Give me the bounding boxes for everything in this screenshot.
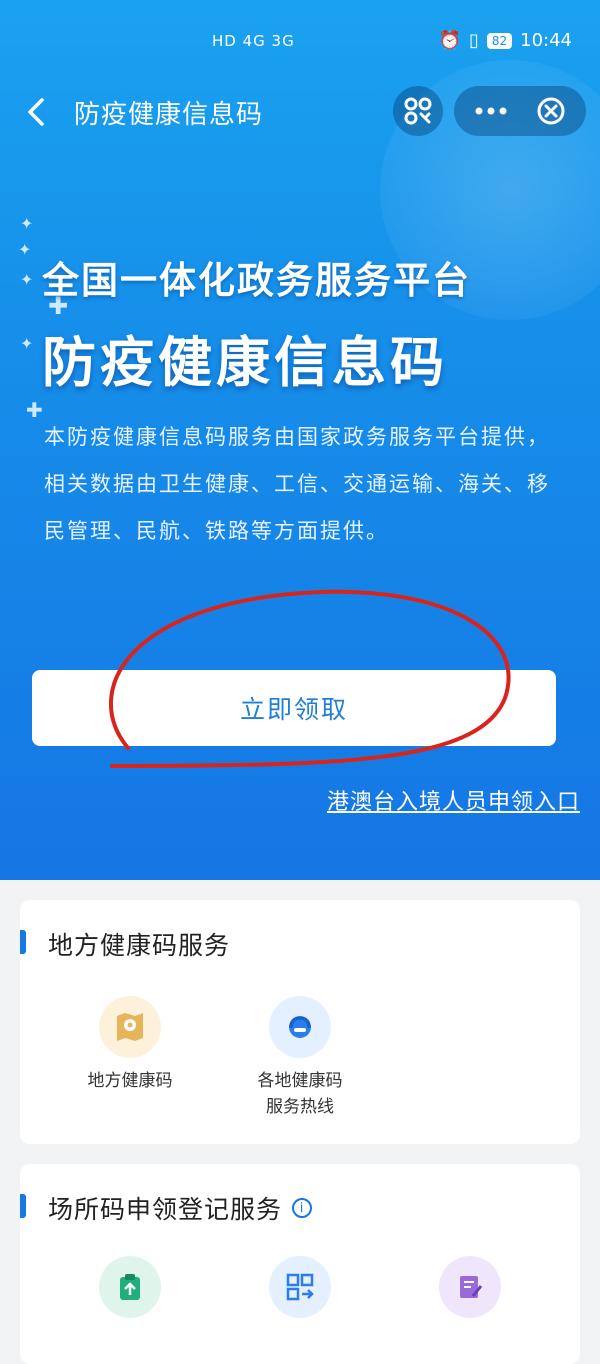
clipboard-upload-icon (99, 1256, 161, 1318)
close-icon[interactable] (536, 96, 566, 130)
headset-icon (269, 996, 331, 1058)
map-pin-icon (99, 996, 161, 1058)
back-icon[interactable] (22, 94, 52, 130)
local-health-code-item[interactable]: 地方健康码 (50, 996, 210, 1094)
section-title-text: 场所码申领登记服务 (48, 1195, 283, 1224)
status-right: ⏰ ▯ 82 10:44 (439, 30, 572, 51)
status-bar: HD 4G 3G ⏰ ▯ 82 10:44 (0, 0, 600, 88)
venue-service-item[interactable] (220, 1256, 380, 1318)
health-code-hotline-item[interactable]: 各地健康码 服务热线 (220, 996, 380, 1120)
health-code-heading: 防疫健康信息码 (42, 331, 448, 394)
platform-heading: 全国一体化政务服务平台 (42, 259, 471, 302)
sparkle-icon: ✦ (20, 214, 34, 233)
section-title: 场所码申领登记服务 i (48, 1190, 313, 1226)
venue-service-item[interactable] (390, 1256, 550, 1318)
network-indicators: HD 4G 3G (212, 32, 295, 50)
alarm-icon: ⏰ (438, 30, 461, 51)
section-accent-bar (20, 930, 26, 954)
section-title: 地方健康码服务 (48, 926, 230, 962)
hk-macau-taiwan-entry-link[interactable]: 港澳台入境人员申领入口 (327, 784, 580, 816)
section-title-text: 地方健康码服务 (48, 931, 231, 960)
edit-document-icon (439, 1256, 501, 1318)
more-icon[interactable] (474, 102, 508, 124)
venue-code-card: 场所码申领登记服务 i (20, 1164, 580, 1364)
info-icon[interactable]: i (292, 1198, 313, 1218)
venue-service-item[interactable] (50, 1256, 210, 1318)
sparkle-icon: ✦ (18, 240, 32, 259)
service-description: 本防疫健康信息码服务由国家政务服务平台提供，相关数据由卫生健康、工信、交通运输、… (44, 425, 550, 543)
clock: 10:44 (520, 30, 572, 51)
plus-sparkle-icon: ✚ (26, 398, 43, 422)
mini-program-capsule (454, 86, 586, 136)
sparkle-icon: ✦ (20, 334, 34, 353)
vibrate-icon: ▯ (468, 30, 479, 51)
service-label: 各地健康码 服务热线 (257, 1071, 343, 1117)
local-health-code-card: 地方健康码服务 地方健康码 各地健康码 服务热线 (20, 900, 580, 1144)
service-label: 地方健康码 (87, 1071, 173, 1091)
scan-qr-button[interactable] (393, 86, 443, 136)
nav-bar: 防疫健康信息码 (0, 82, 600, 142)
sparkle-icon: ✦ (20, 270, 34, 289)
qr-scan-icon (404, 97, 432, 125)
page-title: 防疫健康信息码 (74, 100, 264, 130)
claim-now-button[interactable]: 立即领取 (32, 670, 556, 746)
section-accent-bar (20, 1194, 26, 1218)
hero-banner: HD 4G 3G ⏰ ▯ 82 10:44 防疫健康信息码 ✦ ✦ ✦ ✚ ✦ … (0, 0, 600, 880)
battery-indicator: 82 (486, 32, 513, 49)
qr-arrow-icon (269, 1256, 331, 1318)
